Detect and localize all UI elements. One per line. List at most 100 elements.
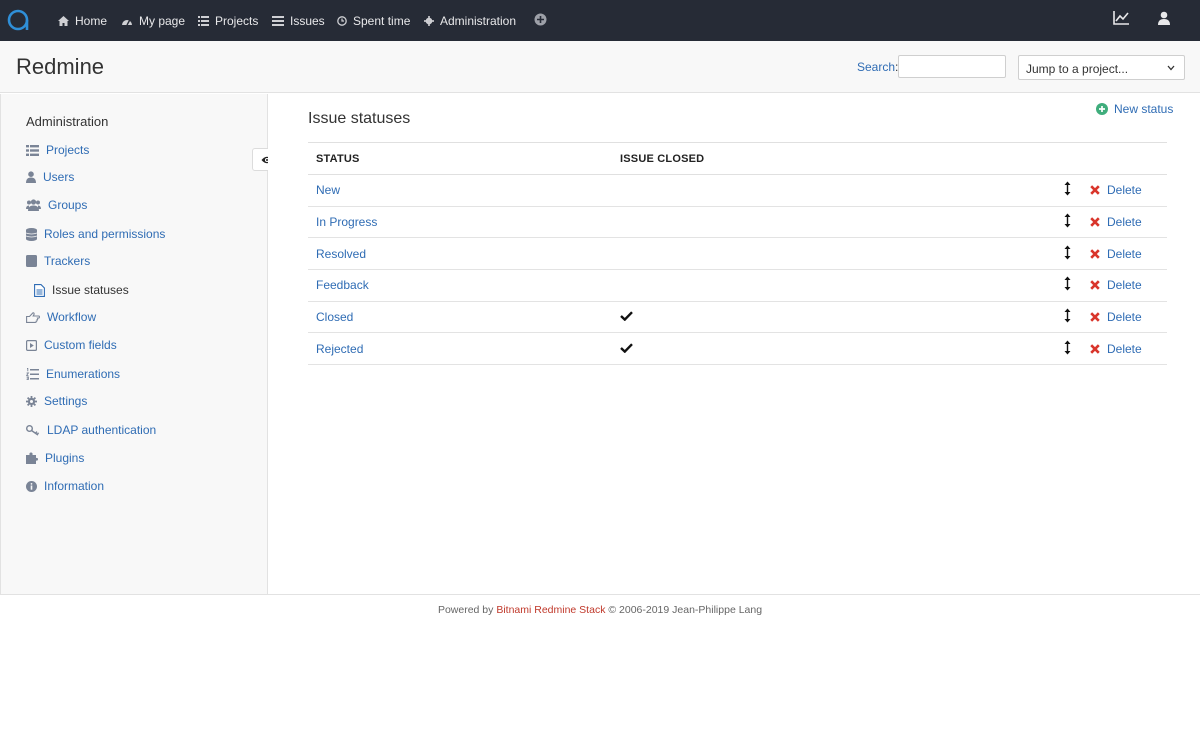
sidebar-item-settings[interactable]: Settings	[26, 392, 87, 410]
jump-to-project-label: Jump to a project...	[1026, 62, 1129, 76]
jump-to-project-select[interactable]: Jump to a project...	[1018, 55, 1185, 80]
hand-icon	[26, 311, 40, 323]
add-circle-icon[interactable]	[534, 13, 547, 26]
sort-arrows-icon[interactable]	[1064, 340, 1071, 355]
status-name-link[interactable]: In Progress	[308, 206, 612, 239]
column-header-issue-closed[interactable]: Issue closed	[612, 142, 1052, 175]
table-row: New Delete	[308, 174, 1167, 207]
issue-closed-cell	[612, 237, 1052, 271]
sort-handle-cell[interactable]	[1052, 206, 1082, 239]
status-name-link[interactable]: Closed	[308, 301, 612, 334]
sidebar-item-custom-fields[interactable]: Custom fields	[26, 336, 117, 354]
sort-handle-cell[interactable]	[1052, 174, 1082, 207]
sidebar-item-groups[interactable]: Groups	[26, 196, 87, 214]
search-label-text[interactable]: Search	[857, 60, 895, 74]
app-title[interactable]: Redmine	[16, 54, 104, 80]
status-name-link[interactable]: Rejected	[308, 332, 612, 366]
nav-home[interactable]: Home	[58, 0, 107, 41]
column-header-actions	[1082, 142, 1167, 175]
sidebar-item-label: Information	[44, 479, 105, 493]
search-label[interactable]: Search:	[857, 60, 898, 74]
nav-administration[interactable]: Administration	[424, 0, 516, 41]
sidebar-item-plugins[interactable]: Plugins	[26, 449, 84, 467]
document-icon	[34, 283, 45, 297]
sort-arrows-icon[interactable]	[1064, 308, 1071, 323]
sort-arrows-icon[interactable]	[1064, 213, 1071, 228]
top-navigation-bar: Home My page Projects Issues Spent time …	[0, 0, 1200, 41]
list-icon	[26, 144, 39, 156]
group-icon	[26, 199, 41, 211]
sidebar-item-label: Projects	[46, 143, 90, 157]
new-status-label: New status	[1114, 102, 1174, 116]
status-name-link[interactable]: Feedback	[308, 269, 612, 302]
nav-issues[interactable]: Issues	[272, 0, 325, 41]
sort-arrows-icon[interactable]	[1064, 245, 1071, 260]
nav-home-label: Home	[75, 13, 108, 28]
redmine-logo-icon[interactable]	[7, 8, 31, 32]
user-icon[interactable]	[1158, 11, 1170, 25]
new-status-link[interactable]: New status	[1096, 102, 1173, 116]
sidebar-item-users[interactable]: Users	[26, 168, 74, 186]
sidebar-item-enumerations[interactable]: Enumerations	[26, 365, 120, 383]
nav-spent-time[interactable]: Spent time	[337, 0, 410, 41]
footer-prefix: Powered by	[437, 604, 497, 616]
sidebar-item-information[interactable]: Information	[26, 477, 104, 495]
tracker-icon	[26, 255, 37, 267]
table-row: Feedback Delete	[308, 269, 1167, 302]
sort-handle-cell[interactable]	[1052, 269, 1082, 302]
sort-handle-cell[interactable]	[1052, 301, 1082, 334]
nav-administration-label: Administration	[440, 13, 517, 28]
delete-label: Delete	[1107, 246, 1142, 261]
sidebar-item-label: Custom fields	[44, 338, 117, 352]
search-input[interactable]	[898, 55, 1006, 78]
gear-icon	[26, 395, 37, 407]
delete-link[interactable]: Delete	[1090, 278, 1167, 292]
sidebar-item-label: LDAP authentication	[47, 423, 157, 437]
sidebar-item-projects[interactable]: Projects	[26, 141, 89, 159]
sort-handle-cell[interactable]	[1052, 237, 1082, 271]
delete-x-icon	[1090, 248, 1100, 259]
delete-link[interactable]: Delete	[1090, 183, 1167, 197]
delete-link[interactable]: Delete	[1090, 310, 1167, 324]
chevron-down-icon	[1167, 65, 1175, 71]
issue-closed-cell	[612, 269, 1052, 302]
delete-cell: Delete	[1082, 332, 1167, 366]
status-name-link[interactable]: Resolved	[308, 237, 612, 271]
ordered-list-icon	[26, 368, 39, 380]
add-circle-icon	[1096, 103, 1108, 115]
main-content: Issue statuses New status Status Issue c…	[268, 94, 1200, 594]
chart-icon[interactable]	[1113, 11, 1129, 25]
page-footer: Powered by Bitnami Redmine Stack © 2006-…	[0, 594, 1200, 624]
delete-link[interactable]: Delete	[1090, 342, 1167, 356]
sidebar-item-label: Roles and permissions	[44, 227, 166, 241]
delete-link[interactable]: Delete	[1090, 247, 1167, 261]
delete-cell: Delete	[1082, 174, 1167, 207]
table-row: Rejected Delete	[308, 332, 1167, 366]
page-header: Redmine Search: Jump to a project...	[0, 41, 1200, 93]
admin-sidebar: Administration Projects Users Groups Rol…	[0, 94, 268, 594]
footer-brand-link[interactable]: Bitnami Redmine Stack	[496, 604, 605, 616]
column-header-status[interactable]: Status	[308, 142, 612, 175]
delete-cell: Delete	[1082, 237, 1167, 271]
sort-handle-cell[interactable]	[1052, 332, 1082, 366]
puzzle-icon	[26, 452, 38, 464]
nav-projects[interactable]: Projects	[198, 0, 258, 41]
delete-x-icon	[1090, 344, 1100, 354]
delete-link[interactable]: Delete	[1090, 215, 1167, 229]
sidebar-item-ldap[interactable]: LDAP authentication	[26, 421, 156, 439]
sidebar-item-workflow[interactable]: Workflow	[26, 308, 96, 326]
play-square-icon	[26, 339, 37, 351]
sidebar-item-trackers[interactable]: Trackers	[26, 252, 90, 270]
sort-arrows-icon[interactable]	[1064, 181, 1071, 196]
nav-my-page[interactable]: My page	[121, 0, 185, 41]
delete-label: Delete	[1107, 183, 1142, 198]
status-name-link[interactable]: New	[308, 174, 612, 207]
sidebar-item-roles[interactable]: Roles and permissions	[26, 225, 165, 243]
table-row: Closed Delete	[308, 301, 1167, 334]
delete-x-icon	[1090, 185, 1100, 196]
sidebar-item-label: Groups	[48, 198, 88, 212]
nav-projects-label: Projects	[215, 13, 259, 28]
delete-x-icon	[1090, 280, 1100, 291]
sort-arrows-icon[interactable]	[1064, 276, 1071, 291]
sidebar-item-issue-statuses[interactable]: Issue statuses	[34, 281, 129, 299]
